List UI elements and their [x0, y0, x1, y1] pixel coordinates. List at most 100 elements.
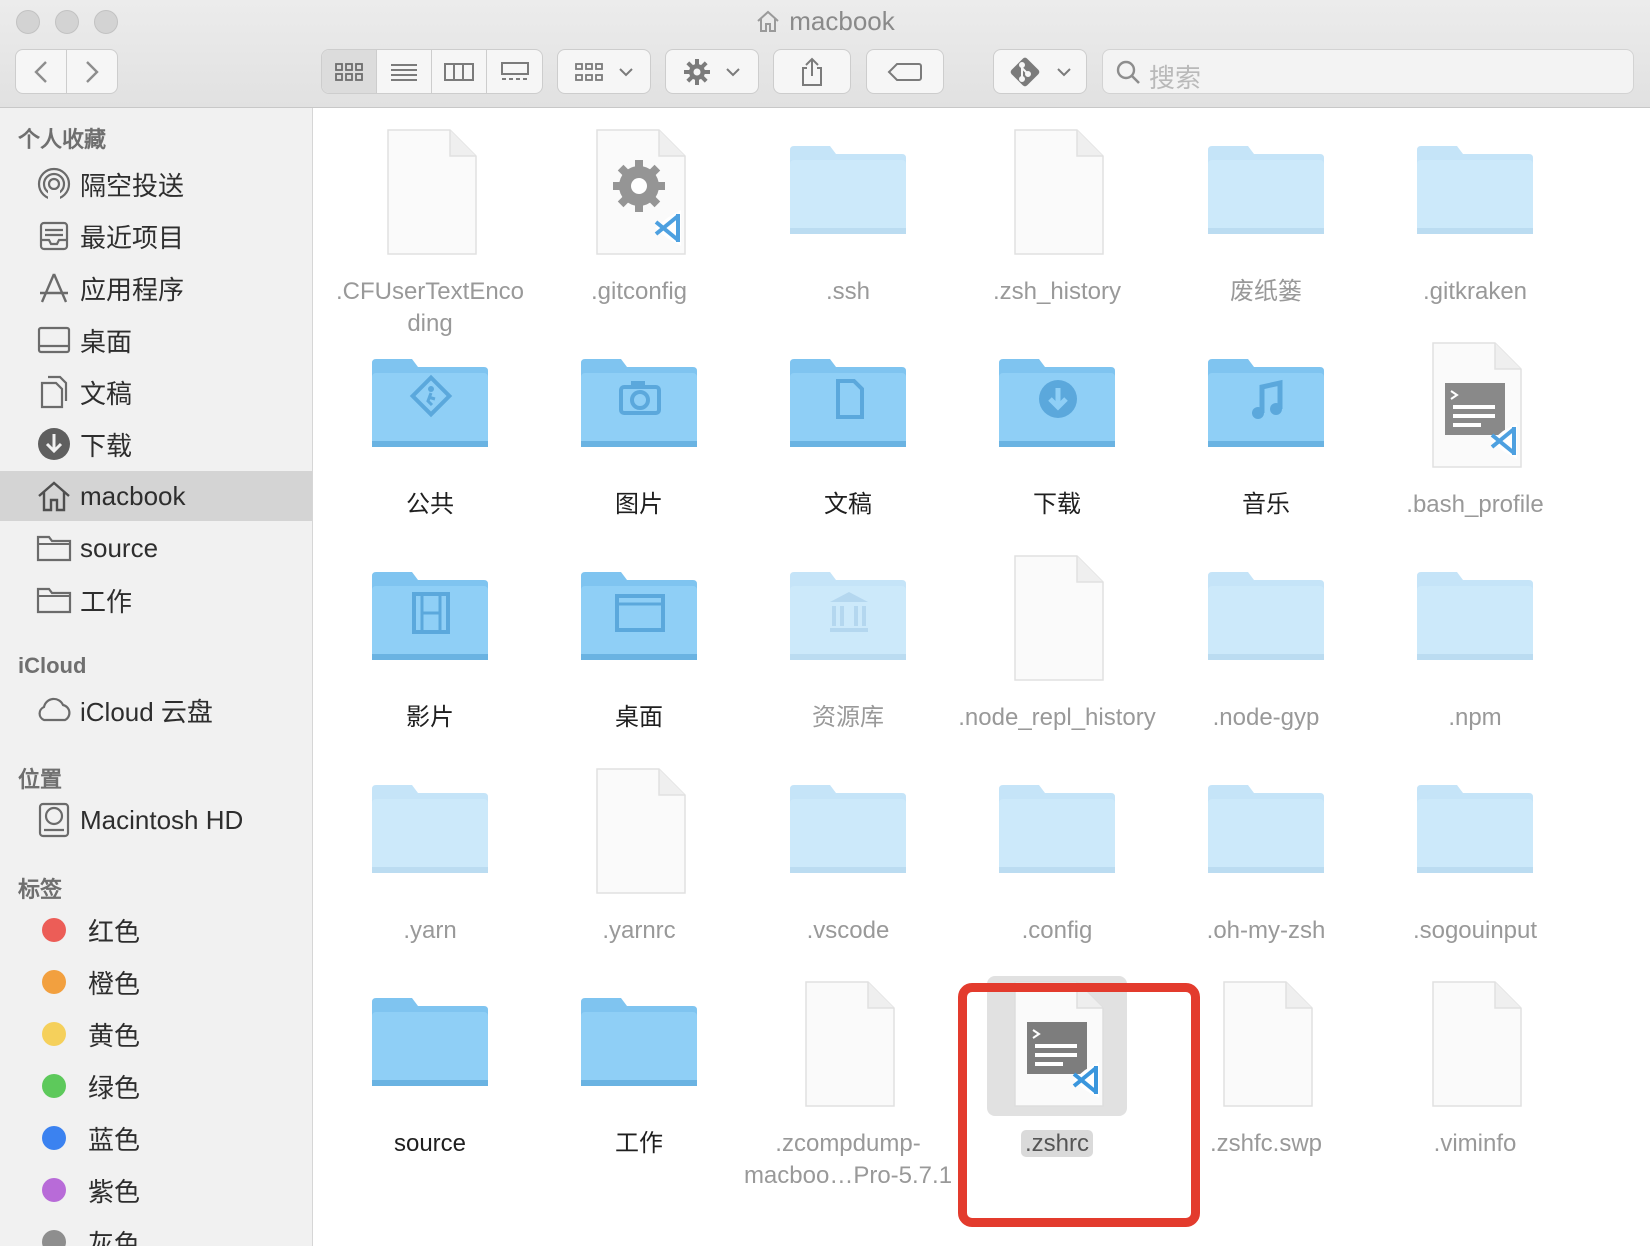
file-item[interactable]: .node_repl_history — [947, 542, 1167, 766]
file-item[interactable]: 废纸篓 — [1156, 116, 1376, 340]
search-field[interactable]: 搜索 — [1102, 49, 1634, 94]
file-item[interactable]: .zcompdump- macboo…Pro-5.7.1 — [738, 968, 958, 1192]
sidebar-item-recents[interactable]: 最近项目 — [0, 211, 312, 261]
action-button[interactable] — [665, 49, 759, 94]
sidebar-tag-yellow[interactable]: 黄色 — [0, 1009, 312, 1059]
sidebar-item-label: 蓝色 — [88, 1124, 141, 1155]
list-view-button[interactable] — [377, 50, 432, 93]
airdrop-icon — [34, 164, 74, 204]
file-item[interactable]: .sogouinput — [1365, 755, 1585, 979]
file-item[interactable]: 下载 — [947, 329, 1167, 553]
sidebar-item-downloads[interactable]: 下载 — [0, 419, 312, 469]
vscode-document-icon — [1405, 337, 1545, 477]
document-icon — [569, 763, 709, 903]
file-item[interactable]: 桌面 — [529, 542, 749, 766]
file-name-text: .sogouinput — [1412, 917, 1538, 944]
file-name: 废纸篓 — [1156, 276, 1376, 308]
sidebar-tag-green[interactable]: 绿色 — [0, 1061, 312, 1111]
file-item[interactable]: 公共 — [320, 329, 540, 553]
sidebar-tag-red[interactable]: 红色 — [0, 905, 312, 955]
file-name-text: .gitkraken — [1422, 278, 1528, 305]
share-button[interactable] — [773, 49, 851, 94]
icloud-header: iCloud — [18, 653, 87, 678]
folder-movies-icon — [360, 550, 500, 690]
sidebar-item-documents[interactable]: 文稿 — [0, 367, 312, 417]
sidebar-item-desktop[interactable]: 桌面 — [0, 315, 312, 365]
sidebar-item-label: 紫色 — [88, 1176, 141, 1207]
file-name-text: .vscode — [806, 917, 890, 944]
group-button[interactable] — [557, 49, 651, 94]
sidebar-item-work[interactable]: 工作 — [0, 575, 312, 625]
file-item[interactable]: 文稿 — [738, 329, 958, 553]
column-view-button[interactable] — [432, 50, 487, 93]
file-item[interactable]: 工作 — [529, 968, 749, 1192]
file-item[interactable]: .yarnrc — [529, 755, 749, 979]
file-item[interactable]: .node-gyp — [1156, 542, 1376, 766]
sidebar-item-label: 隔空投送 — [80, 170, 185, 201]
file-item[interactable]: .ssh — [738, 116, 958, 340]
file-item[interactable]: source — [320, 968, 540, 1192]
sidebar-tag-blue[interactable]: 蓝色 — [0, 1113, 312, 1163]
tag-dot-icon — [42, 970, 66, 994]
back-button[interactable] — [16, 50, 67, 93]
file-item[interactable]: .vscode — [738, 755, 958, 979]
file-name: .node-gyp — [1156, 702, 1376, 734]
tag-button[interactable] — [866, 49, 944, 94]
file-name-text: .viminfo — [1433, 1130, 1517, 1157]
file-item[interactable]: .zshrc — [947, 968, 1167, 1192]
document-icon — [360, 124, 500, 264]
file-item[interactable]: 音乐 — [1156, 329, 1376, 553]
file-item[interactable]: .yarn — [320, 755, 540, 979]
file-name: .gitkraken — [1365, 276, 1585, 308]
folder-library-icon — [778, 550, 918, 690]
file-name: .oh-my-zsh — [1156, 915, 1376, 947]
file-name-text: 音乐 — [1242, 491, 1290, 518]
file-name: .bash_profile — [1365, 489, 1585, 521]
sidebar-item-applications[interactable]: 应用程序 — [0, 263, 312, 313]
file-item[interactable]: .oh-my-zsh — [1156, 755, 1376, 979]
file-item[interactable]: .gitconfig — [529, 116, 749, 340]
sidebar-item-label: 文稿 — [80, 378, 133, 409]
sidebar-item-label: 橙色 — [88, 968, 141, 999]
folder-icon — [34, 528, 74, 568]
sidebar-item-macintosh-hd[interactable]: Macintosh HD — [0, 795, 312, 845]
home-icon — [755, 9, 781, 40]
sidebar-tag-purple[interactable]: 紫色 — [0, 1165, 312, 1215]
file-name: .yarn — [320, 915, 540, 947]
file-item[interactable]: .zshfc.swp — [1156, 968, 1376, 1192]
sidebar-tag-orange[interactable]: 橙色 — [0, 957, 312, 1007]
file-item[interactable]: .viminfo — [1365, 968, 1585, 1192]
icon-view-button[interactable] — [322, 50, 377, 93]
file-item[interactable]: .npm — [1365, 542, 1585, 766]
file-item[interactable]: 资源库 — [738, 542, 958, 766]
file-item[interactable]: .zsh_history — [947, 116, 1167, 340]
tag-dot-icon — [42, 1126, 66, 1150]
sidebar-item-source[interactable]: source — [0, 523, 312, 573]
sidebar-item-label: source — [80, 532, 159, 563]
sidebar-item-airdrop[interactable]: 隔空投送 — [0, 159, 312, 209]
file-name-text: .zsh_history — [992, 278, 1122, 305]
file-item[interactable]: .config — [947, 755, 1167, 979]
file-name: .vscode — [738, 915, 958, 947]
sidebar-item-icloud-drive[interactable]: iCloud 云盘 — [0, 685, 312, 735]
file-item[interactable]: 影片 — [320, 542, 540, 766]
file-name-text: 文稿 — [824, 491, 872, 518]
file-item[interactable]: .bash_profile — [1365, 329, 1585, 553]
window-title-text: macbook — [789, 6, 895, 36]
forward-button[interactable] — [67, 50, 118, 93]
vscode-document-icon — [987, 976, 1127, 1116]
file-item[interactable]: 图片 — [529, 329, 749, 553]
file-name-text: 工作 — [615, 1130, 663, 1157]
gallery-view-button[interactable] — [487, 50, 542, 93]
sidebar-tag-gray[interactable]: 灰色 — [0, 1217, 312, 1246]
file-name-text: .zshfc.swp — [1209, 1130, 1323, 1157]
file-name: .config — [947, 915, 1167, 947]
sidebar-item-macbook[interactable]: macbook — [0, 471, 312, 521]
documents-icon — [34, 372, 74, 412]
nav-buttons — [15, 49, 118, 94]
git-button[interactable] — [993, 49, 1087, 94]
document-icon — [1196, 976, 1336, 1116]
file-item[interactable]: .CFUserTextEnco ding — [320, 116, 540, 340]
file-name: .node_repl_history — [947, 702, 1167, 734]
file-item[interactable]: .gitkraken — [1365, 116, 1585, 340]
